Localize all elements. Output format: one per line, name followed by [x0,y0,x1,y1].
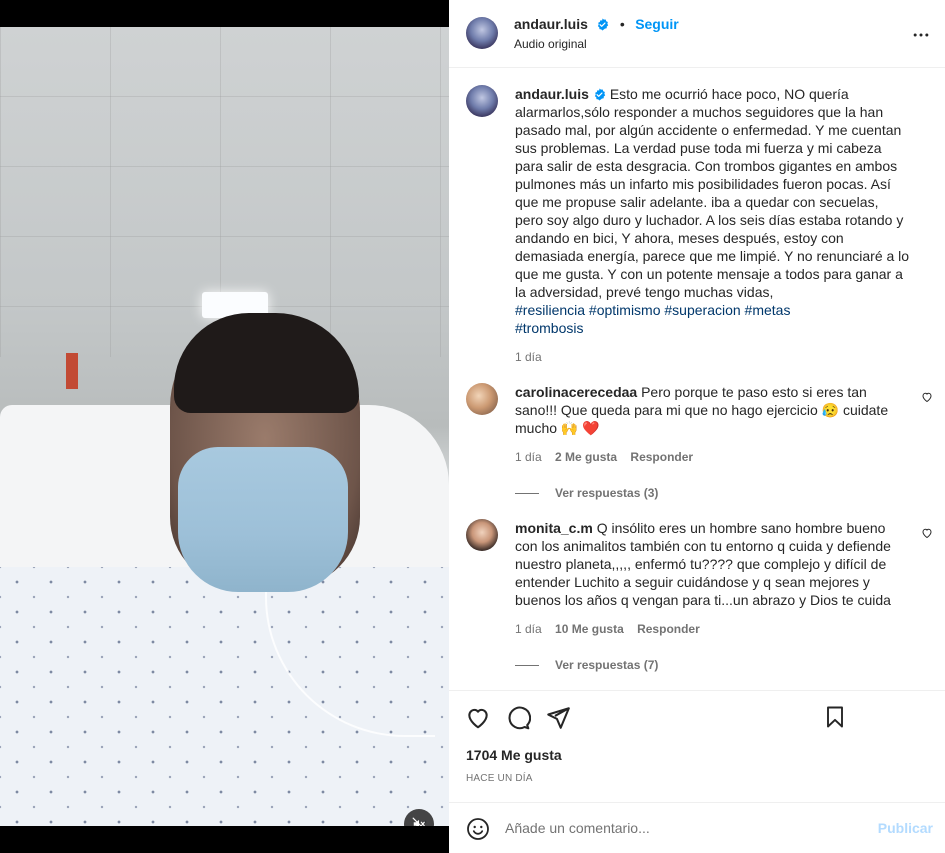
commenter-avatar[interactable] [466,519,498,551]
commenter-avatar[interactable] [466,383,498,415]
add-comment-bar: Publicar [449,802,945,853]
separator-dot: • [619,16,625,32]
comment-bubble-icon[interactable] [505,705,531,731]
post-timestamp[interactable]: HACE UN DÍA [466,773,533,784]
reply-button[interactable]: Responder [630,450,693,464]
emoji-smiley-icon[interactable] [466,817,490,841]
comment-input[interactable] [505,818,865,838]
caption-time[interactable]: 1 día [515,350,910,364]
comment-meta: 1 día 10 Me gusta Responder [515,622,910,636]
post-actions: 1704 Me gusta HACE UN DÍA [449,690,945,802]
post-panel: andaur.luis • Seguir Audio original anda… [449,0,945,853]
likes-count[interactable]: 1704 Me gusta [466,747,562,763]
publish-button[interactable]: Publicar [878,820,933,836]
comments-section[interactable]: andaur.luis Esto me ocurrió hace poco, N… [449,69,945,691]
muted-speaker-icon [412,817,425,826]
verified-badge-icon [598,18,609,31]
caption-avatar[interactable] [466,85,498,117]
view-replies-button[interactable]: Ver respuestas (7) [515,658,910,672]
commenter-username[interactable]: carolinacerecedaa [515,384,637,400]
view-replies-label: Ver respuestas (7) [555,658,659,672]
hashtags[interactable]: #resiliencia #optimismo #superacion #met… [515,302,790,318]
video-player[interactable] [0,27,449,826]
save-bookmark-icon[interactable] [823,705,847,729]
comment-time[interactable]: 1 día [515,622,542,636]
like-comment-heart-icon[interactable] [921,527,933,539]
comment-meta: 1 día 2 Me gusta Responder [515,450,905,464]
replies-line [515,492,539,494]
view-replies-button[interactable]: Ver respuestas (3) [515,486,905,500]
comment-likes[interactable]: 10 Me gusta [555,622,624,636]
comment-body: carolinacerecedaa Pero porque te paso es… [515,383,905,437]
view-replies-label: Ver respuestas (3) [555,486,659,500]
face-mask [178,447,348,592]
follow-button[interactable]: Seguir [635,16,679,32]
wall-sign [66,353,78,389]
post-header: andaur.luis • Seguir Audio original [449,0,945,68]
comment-item: monita_c.m Q insólito eres un hombre san… [466,519,936,672]
share-send-icon[interactable] [545,705,571,731]
comment-item: carolinacerecedaa Pero porque te paso es… [466,383,936,503]
author-username[interactable]: andaur.luis [514,16,588,32]
audio-label[interactable]: Audio original [514,37,587,51]
like-heart-icon[interactable] [465,705,491,731]
post-media [0,0,449,853]
author-avatar[interactable] [466,17,498,49]
reply-button[interactable]: Responder [637,622,700,636]
comment-time[interactable]: 1 día [515,450,542,464]
verified-badge-icon [594,88,606,101]
caption-body: andaur.luis Esto me ocurrió hace poco, N… [515,85,910,337]
like-comment-heart-icon[interactable] [921,391,933,403]
comment-likes[interactable]: 2 Me gusta [555,450,617,464]
replies-line [515,664,539,666]
caption-text: Esto me ocurrió hace poco, NO quería ala… [515,86,910,300]
hashtag-trombosis[interactable]: #trombosis [515,320,583,336]
caption-username[interactable]: andaur.luis [515,86,589,102]
commenter-username[interactable]: monita_c.m [515,520,593,536]
more-options-icon[interactable] [911,25,931,45]
comment-body: monita_c.m Q insólito eres un hombre san… [515,519,910,609]
